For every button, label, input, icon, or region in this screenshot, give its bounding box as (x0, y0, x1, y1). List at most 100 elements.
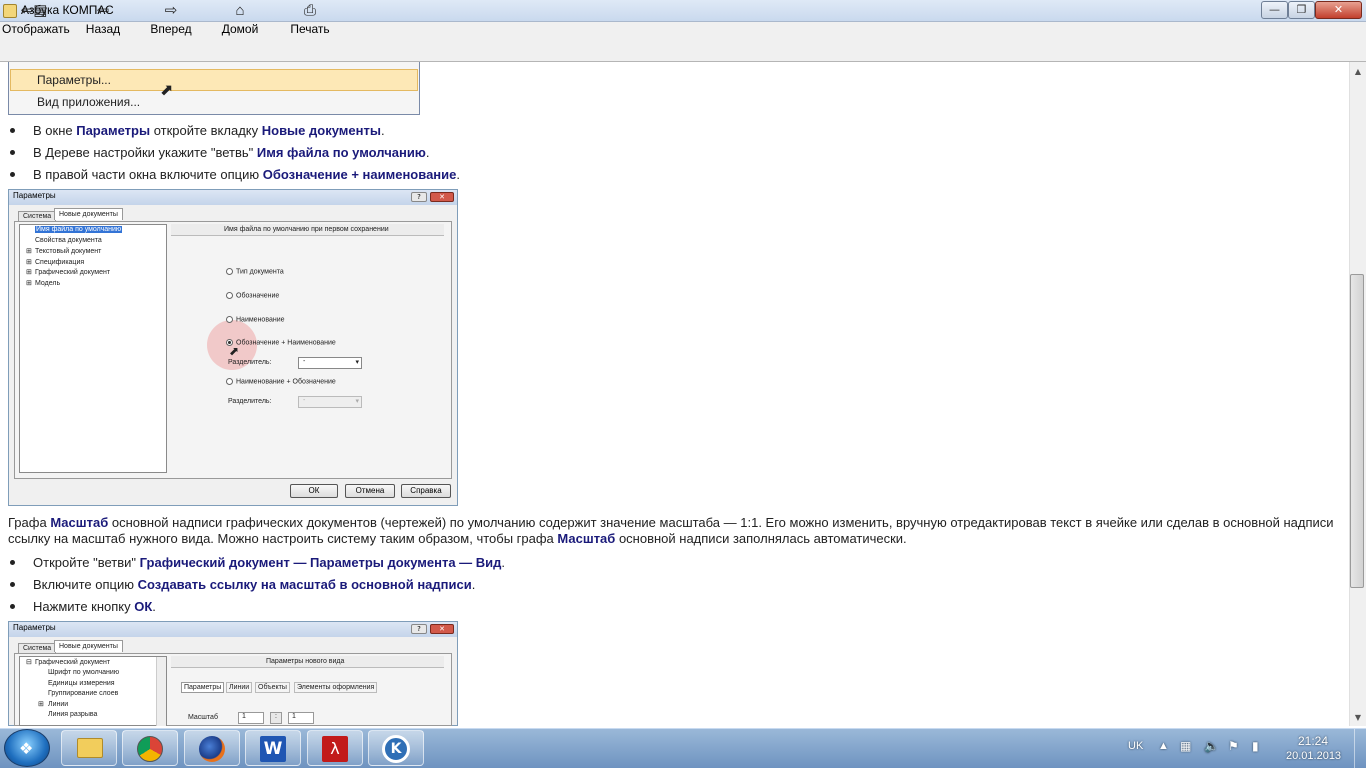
clock-time[interactable]: 21:24 (1298, 734, 1328, 748)
pdf-icon: λ (322, 736, 348, 762)
taskbar-word[interactable]: W (245, 730, 301, 766)
minimize-button[interactable]: — (1261, 1, 1288, 19)
taskbar-firefox[interactable] (184, 730, 240, 766)
bullet-icon (10, 582, 15, 587)
volume-icon[interactable]: 🔈 (1204, 739, 1219, 753)
tree-item: Группирование слоев (48, 690, 119, 697)
radio-designation: Обозначение (226, 292, 279, 299)
home-button[interactable]: ⌂ Домой (218, 2, 262, 38)
inner-tab: Параметры (181, 682, 225, 693)
tree-scrollbar (156, 657, 166, 726)
radio-doc-type: Тип документа (226, 268, 284, 275)
paragraph-line-1: Графа Масштаб основной надписи графическ… (8, 515, 1334, 530)
kompas-icon: K (382, 735, 410, 763)
instruction-6: Нажмите кнопку ОК. (33, 599, 156, 614)
windows-logo-icon: ❖ (19, 739, 34, 758)
taskbar-kompas[interactable]: K (368, 730, 424, 766)
home-icon: ⌂ (235, 2, 245, 19)
separator-select: - ▾ (298, 357, 362, 369)
tree-expand-icon: ⊞ (26, 280, 32, 287)
start-button[interactable]: ❖ (4, 729, 50, 767)
tab-system: Система (18, 643, 57, 653)
show-desktop-button[interactable] (1354, 729, 1366, 768)
scroll-up-icon[interactable]: ▲ (1352, 66, 1364, 78)
dropdown-icon: ▾ (355, 359, 359, 366)
help-icon: ? (411, 192, 427, 202)
instruction-4: Откройте "ветви" Графический документ — … (33, 555, 506, 570)
scale-input-2: 1 (288, 712, 314, 724)
instruction-2: В Дереве настройки укажите "ветвь" Имя ф… (33, 145, 430, 160)
radio-designation-name: Обозначение + Наименование (226, 339, 336, 346)
minimize-icon: — (1269, 3, 1280, 16)
tree-item: Шрифт по умолчанию (48, 669, 120, 676)
close-icon: ✕ (430, 192, 454, 202)
clock-date[interactable]: 20.01.2013 (1286, 750, 1341, 762)
tray-expand-icon[interactable]: ▲ (1158, 740, 1169, 752)
chrome-icon (137, 736, 163, 762)
scrollbar-thumb[interactable] (1350, 274, 1364, 588)
taskbar-chrome[interactable] (122, 730, 178, 766)
radio-name-designation: Наименование + Обозначение (226, 378, 336, 385)
forward-label: Вперед (150, 22, 192, 36)
paragraph-line-2: ссылку на масштаб нужного вида. Можно на… (8, 531, 907, 546)
maximize-button[interactable]: ❐ (1288, 1, 1315, 19)
tree-item: Свойства документа (35, 237, 102, 244)
help-button-image: Справка (401, 484, 451, 498)
cancel-button-image: Отмена (345, 484, 395, 498)
tree-expand-icon: ⊞ (26, 269, 32, 276)
forward-arrow-icon: ⇨ (164, 2, 178, 19)
back-arrow-icon: ⇦ (96, 2, 110, 19)
tab-system: Система (18, 211, 57, 221)
back-button[interactable]: ⇦ Назад (80, 2, 126, 38)
tree-item: Единицы измерения (48, 680, 115, 687)
dialog-title: Параметры (9, 622, 457, 637)
tree-item: Графический документ (35, 269, 111, 276)
bullet-icon (10, 150, 15, 155)
radio-name: Наименование (226, 316, 285, 323)
tree-item: Имя файла по умолчанию (35, 226, 123, 233)
tree-expand-icon: ⊞ (26, 259, 32, 266)
bullet-icon (10, 128, 15, 133)
forward-button[interactable]: ⇨ Вперед (148, 2, 194, 38)
show-hide-icon: ⇐▤ (20, 2, 48, 19)
tree-item: Текстовый документ (35, 248, 102, 255)
tree-item: Модель (35, 280, 61, 287)
bullet-icon (10, 604, 15, 609)
mouse-cursor-icon: ⬈ (229, 344, 240, 358)
menu-item-parameters: Параметры... (37, 73, 111, 87)
panel-header-label: Имя файла по умолчанию при первом сохран… (224, 226, 389, 233)
panel-header-label: Параметры нового вида (266, 658, 345, 665)
tree-collapse-icon: ⊟ (26, 659, 32, 666)
tree-item: Графический документ (35, 659, 111, 666)
tab-new-documents: Новые документы (54, 208, 123, 220)
tree-expand-icon: ⊞ (26, 248, 32, 255)
close-icon: ✕ (1333, 3, 1344, 16)
toolbar (0, 22, 1366, 62)
close-icon: ✕ (430, 624, 454, 634)
scroll-down-icon[interactable]: ▼ (1352, 712, 1364, 724)
taskbar-explorer[interactable] (61, 730, 117, 766)
close-button[interactable]: ✕ (1315, 1, 1362, 19)
inner-tab: Элементы оформления (294, 682, 378, 693)
title-bar (0, 0, 1366, 22)
taskbar-acrobat[interactable]: λ (307, 730, 363, 766)
maximize-icon: ❐ (1296, 3, 1307, 16)
tree-expand-icon: ⊞ (38, 701, 44, 708)
folder-icon (77, 738, 103, 758)
help-icon: ? (411, 624, 427, 634)
flag-icon[interactable]: ⚑ (1228, 739, 1239, 753)
network-icon[interactable]: ▦ (1180, 739, 1191, 753)
show-button[interactable]: ⇐▤ Отображать (2, 2, 70, 38)
menu-item-app-view: Вид приложения... (37, 95, 141, 109)
separator-label: Разделитель: (228, 359, 272, 366)
language-indicator[interactable]: UK (1128, 740, 1143, 752)
home-label: Домой (221, 22, 259, 36)
show-label: Отображать (2, 22, 70, 36)
mouse-cursor-icon: ⬈ (160, 80, 174, 99)
tree-item: Линия разрыва (48, 711, 98, 718)
word-icon: W (260, 736, 286, 762)
power-icon[interactable]: ▮ (1252, 739, 1259, 753)
tree-item: Спецификация (35, 259, 85, 266)
print-button[interactable]: ⎙ Печать (288, 2, 332, 38)
ok-button-image: ОК (290, 484, 338, 498)
